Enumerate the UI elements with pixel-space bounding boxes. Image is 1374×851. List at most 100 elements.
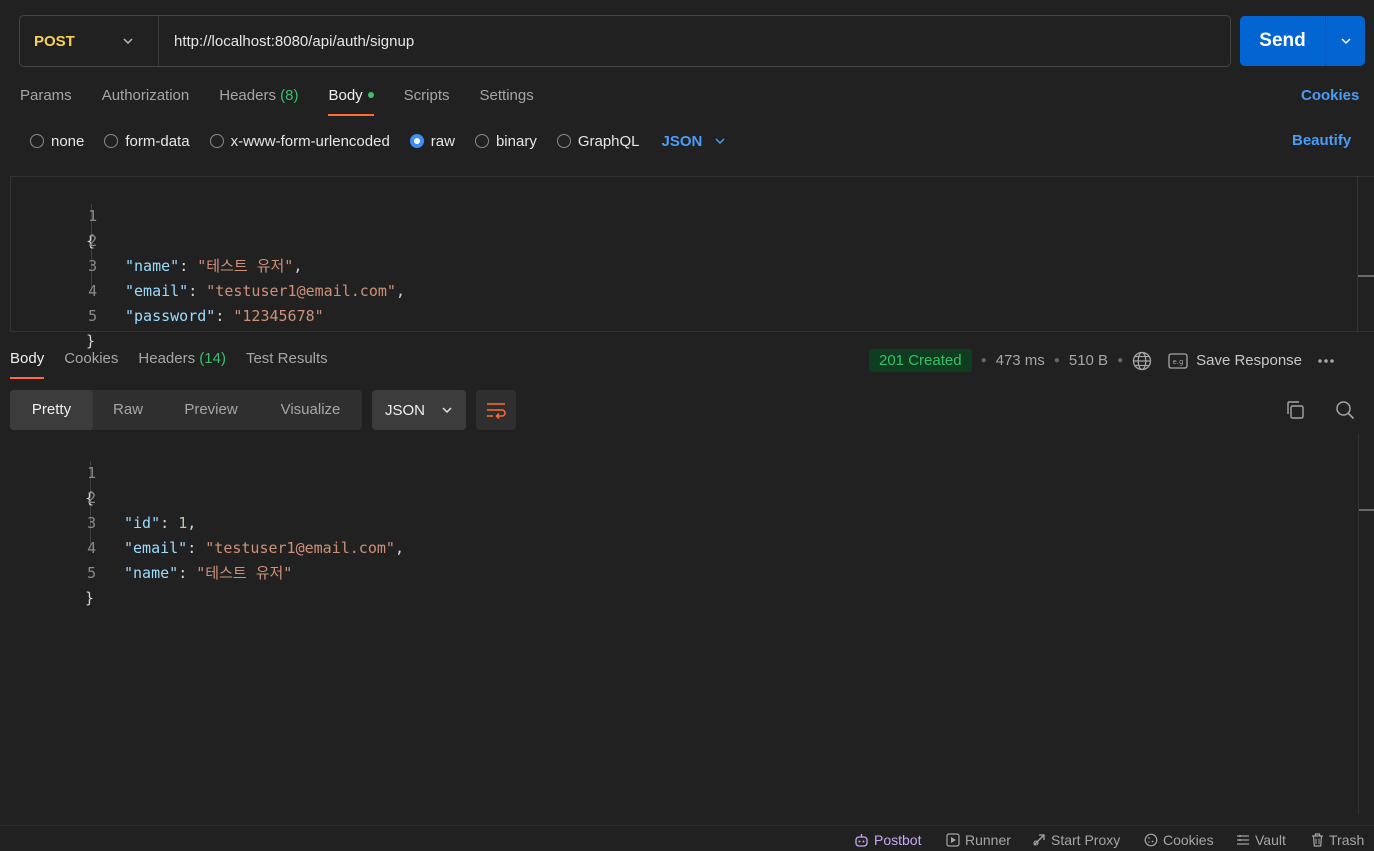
radio-label: x-www-form-urlencoded [230,132,390,150]
separator-dot-icon: ● [980,355,987,366]
cookies-link[interactable]: Cookies [1301,87,1359,104]
radio-label: form-data [125,132,190,150]
tab-scripts[interactable]: Scripts [404,84,450,116]
send-options-button[interactable] [1325,16,1365,66]
scrollbar-marker [1359,509,1374,511]
footer-label: Runner [965,832,1011,848]
method-select[interactable]: POST [20,16,159,66]
send-button[interactable]: Send [1240,16,1325,66]
json-string: "테스트 유저" [196,564,293,582]
footer-label: Start Proxy [1051,832,1121,848]
view-visualize[interactable]: Visualize [259,390,362,430]
view-preview[interactable]: Preview [163,390,259,430]
body-type-radios: none form-data x-www-form-urlencoded raw… [30,131,726,151]
body-language-select[interactable]: JSON [662,133,727,150]
line-number: 1 [87,464,97,482]
tab-label: Headers [138,350,196,367]
response-tab-body[interactable]: Body [10,347,45,379]
beautify-button[interactable]: Beautify [1292,132,1351,149]
radio-circle-icon [209,134,224,148]
response-time[interactable]: 473 ms [996,352,1045,369]
json-string: "testuser1@email.com" [205,539,395,557]
headers-count: (14) [199,350,226,367]
tab-authorization[interactable]: Authorization [102,84,190,116]
line-number: 3 [87,514,97,532]
code-line: 1 { [10,436,96,507]
response-body-viewer[interactable]: 1 { 2 "id": 1, 3 "email": "testuser1@ema… [10,434,1374,824]
footer-vault[interactable]: Vault [1236,832,1286,848]
tab-label: Params [20,87,72,104]
code-text: } [85,589,95,607]
footer-label: Vault [1255,832,1286,848]
radio-graphql[interactable]: GraphQL [556,132,640,150]
radio-checked-icon [409,134,424,148]
line-number: 3 [88,257,98,275]
send-group: Send [1240,16,1365,66]
radio-urlencoded[interactable]: x-www-form-urlencoded [209,132,390,150]
footer-postbot[interactable]: Postbot [854,832,921,848]
footer-runner[interactable]: Runner [946,832,1011,848]
line-number: 4 [87,539,97,557]
response-tab-headers[interactable]: Headers (14) [138,347,226,379]
response-tab-test-results[interactable]: Test Results [246,347,328,379]
code-line: 4 "name": "테스트 유저" [10,511,292,582]
radio-circle-icon [474,134,489,148]
response-tab-cookies[interactable]: Cookies [64,347,118,379]
status-badge[interactable]: 201 Created [869,349,972,372]
footer-cookies[interactable]: Cookies [1144,832,1214,848]
radio-binary[interactable]: binary [474,133,537,150]
line-number: 5 [88,307,98,325]
tab-label: Settings [479,87,534,104]
more-options-icon[interactable] [1317,358,1335,364]
json-punct: , [187,514,197,532]
footer-trash[interactable]: Trash [1311,832,1364,848]
radio-form-data[interactable]: form-data [104,132,190,150]
response-scrollbar[interactable] [1358,434,1359,814]
footer-label: Trash [1329,832,1365,848]
footer-start-proxy[interactable]: Start Proxy [1032,832,1120,848]
json-key: "email" [125,282,189,300]
copy-button[interactable] [1283,398,1307,422]
radio-raw[interactable]: raw [409,132,455,150]
radio-none[interactable]: none [30,133,84,150]
json-key: "name" [125,257,180,275]
code-line: 2 "id": 1, [10,461,196,532]
response-size[interactable]: 510 B [1069,352,1108,369]
wrap-lines-button[interactable] [476,390,516,430]
tab-body[interactable]: Body [328,84,374,116]
radio-circle-icon [556,134,571,148]
method-label: POST [34,32,75,50]
view-pretty[interactable]: Pretty [10,390,93,430]
radio-label: raw [430,132,455,150]
save-response-button[interactable]: Save Response [1196,352,1302,369]
tab-headers[interactable]: Headers (8) [219,84,298,116]
editor-scrollbar[interactable] [1357,177,1358,333]
globe-icon[interactable] [1132,351,1152,371]
request-body-editor[interactable]: 1 { 2 "name": "테스트 유저", 3 "email": "test… [10,176,1374,350]
radio-label: GraphQL [577,132,640,150]
radio-circle-icon [104,134,119,148]
json-number: 1 [178,514,188,532]
tab-label: Body [10,350,45,367]
view-raw[interactable]: Raw [93,390,163,430]
tab-settings[interactable]: Settings [480,84,534,116]
code-line: 1 { [11,179,97,250]
response-format-select[interactable]: JSON [372,390,466,430]
vault-icon [1237,835,1249,845]
line-number: 4 [88,282,98,300]
proxy-icon [1033,834,1045,846]
response-meta: 201 Created ● 473 ms ● 510 B ● e.g Save … [869,348,1335,373]
url-input[interactable] [159,16,1230,66]
response-tabs: Body Cookies Headers (14) Test Results [10,347,348,380]
url-bar: POST [19,15,1231,67]
format-label: JSON [385,401,426,419]
line-number: 2 [88,232,98,250]
chevron-down-icon [123,38,133,45]
tab-params[interactable]: Params [20,84,72,116]
code-line: 2 "name": "테스트 유저", [11,204,302,275]
svg-text:e.g: e.g [1173,358,1184,366]
search-button[interactable] [1333,398,1357,422]
view-mode-segmented: Pretty Raw Preview Visualize [10,390,362,430]
code-line: 4 "password": "12345678" [11,254,324,325]
search-icon [1336,401,1355,420]
